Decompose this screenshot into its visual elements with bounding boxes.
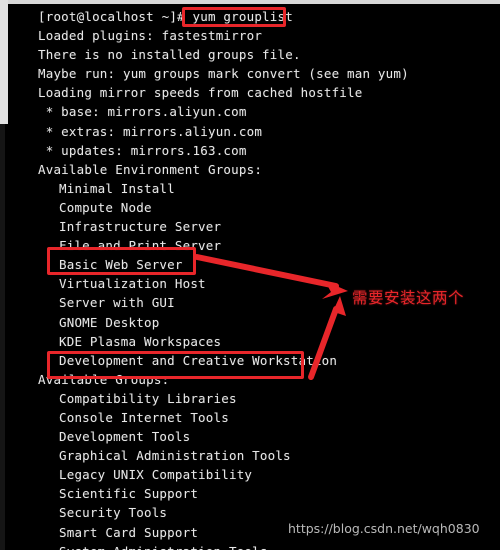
terminal-line: Console Internet Tools bbox=[59, 409, 229, 425]
terminal-line: * base: mirrors.aliyun.com bbox=[38, 104, 247, 120]
terminal-line: Compatibility Libraries bbox=[59, 390, 237, 406]
terminal-line: Graphical Administration Tools bbox=[59, 448, 291, 464]
terminal-line: Loaded plugins: fastestmirror bbox=[38, 28, 263, 44]
terminal-line: Development Tools bbox=[59, 429, 191, 445]
highlight-box-gnome-desktop bbox=[47, 247, 196, 275]
annotation-note: 需要安装这两个 bbox=[352, 289, 465, 307]
terminal-line: Compute Node bbox=[59, 199, 152, 215]
window-left-edge-lower bbox=[0, 124, 5, 550]
terminal-line: Scientific Support bbox=[59, 486, 199, 502]
terminal-line: Security Tools bbox=[59, 505, 168, 521]
terminal-line: Minimal Install bbox=[59, 180, 175, 196]
terminal-line: * updates: mirrors.163.com bbox=[38, 142, 247, 158]
terminal-screenshot: [root@localhost ~]# yum grouplist Loaded … bbox=[0, 0, 500, 550]
highlight-box-command bbox=[182, 7, 286, 27]
terminal-line: Maybe run: yum groups mark convert (see … bbox=[38, 66, 409, 82]
window-top-edge bbox=[0, 0, 500, 4]
window-left-edge bbox=[0, 0, 8, 124]
terminal-line: Infrastructure Server bbox=[59, 219, 222, 235]
terminal-line: System Administration Tools bbox=[38, 542, 493, 550]
terminal-line: GNOME Desktop bbox=[59, 314, 160, 330]
highlight-box-graphical-administration-tools bbox=[47, 351, 304, 379]
terminal-line: There is no installed groups file. bbox=[38, 47, 301, 63]
terminal-output[interactable]: [root@localhost ~]# yum grouplist Loaded … bbox=[38, 7, 493, 550]
watermark-url: https://blog.csdn.net/wqh0830 bbox=[288, 521, 480, 536]
terminal-line: Loading mirror speeds from cached hostfi… bbox=[38, 85, 363, 101]
terminal-line: Legacy UNIX Compatibility bbox=[59, 467, 253, 483]
terminal-line: Available Environment Groups: bbox=[38, 161, 263, 177]
terminal-line: KDE Plasma Workspaces bbox=[59, 333, 222, 349]
terminal-line: * extras: mirrors.aliyun.com bbox=[38, 123, 263, 139]
